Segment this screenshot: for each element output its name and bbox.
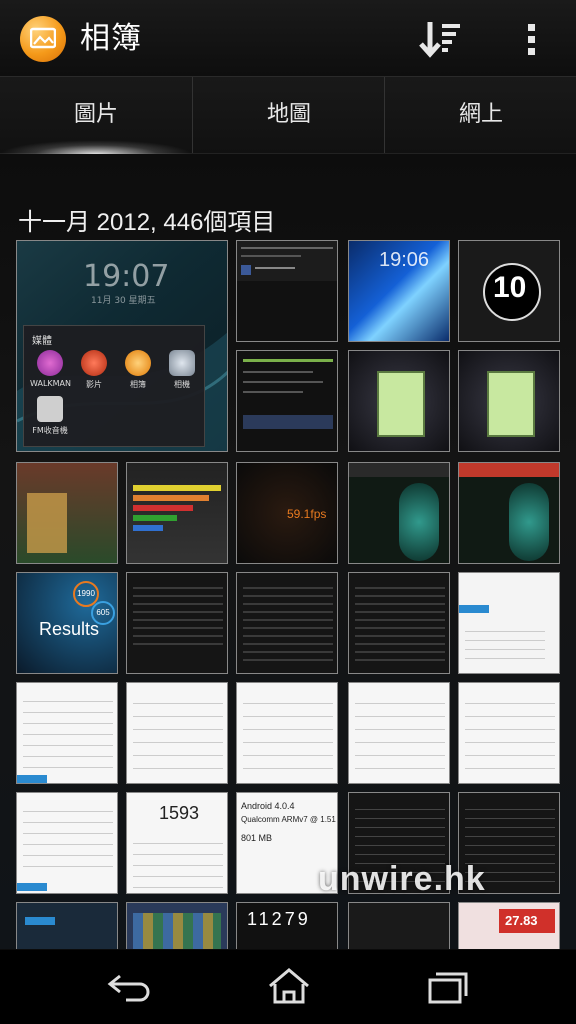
overflow-menu-icon[interactable] bbox=[520, 20, 542, 60]
navigation-bar bbox=[0, 950, 576, 1024]
thumbnail-app-2[interactable] bbox=[126, 902, 228, 949]
thumbnail-bar-chart[interactable] bbox=[126, 462, 228, 564]
video-icon bbox=[81, 350, 107, 376]
back-icon[interactable] bbox=[106, 966, 156, 1006]
album-app: 相簿 bbox=[118, 350, 158, 390]
lock-date: 11月 30 星期五 bbox=[91, 296, 156, 306]
tab-map[interactable]: 地圖 bbox=[192, 77, 385, 153]
app-title: 相簿 bbox=[80, 21, 142, 56]
thumbnail-white-list-2[interactable] bbox=[126, 682, 228, 784]
thumbnail-calculator-2[interactable] bbox=[458, 350, 560, 452]
thumbnail-game-1[interactable] bbox=[16, 462, 118, 564]
fps-label: 59.1fps bbox=[287, 507, 327, 521]
home-icon[interactable] bbox=[264, 966, 314, 1006]
video-label: 影片 bbox=[86, 380, 102, 389]
radio-icon bbox=[37, 396, 63, 422]
lock-time: 19:07 bbox=[83, 259, 170, 294]
camera-label: 相機 bbox=[174, 380, 190, 389]
thumbnail-score-table-2[interactable] bbox=[236, 572, 338, 674]
device-mem: 801 MB bbox=[241, 833, 273, 843]
device-android: Android 4.0.4 bbox=[241, 801, 295, 811]
score-11279: 11279 bbox=[247, 909, 311, 929]
thumbnail-results[interactable]: 1990 605 Results bbox=[16, 572, 118, 674]
thumbnail-score-11279[interactable]: 11279 bbox=[236, 902, 338, 949]
thumbnail-score-1593[interactable]: 1593 bbox=[126, 792, 228, 894]
walkman-label: WALKMAN bbox=[30, 379, 72, 388]
thumbnail-notification[interactable] bbox=[236, 240, 338, 342]
thumbnail-white-list-5[interactable] bbox=[458, 682, 560, 784]
action-bar: 相簿 bbox=[0, 0, 576, 77]
fm-radio-label: FM收音機 bbox=[32, 426, 68, 435]
section-header: 十一月 2012, 446個項目 bbox=[18, 209, 276, 236]
album-small-icon bbox=[125, 350, 151, 376]
sort-icon[interactable] bbox=[418, 18, 466, 62]
tab-online[interactable]: 網上 bbox=[384, 77, 576, 153]
thumbnail-benchmark-list[interactable] bbox=[236, 350, 338, 452]
thumbnail-white-list-4[interactable] bbox=[348, 682, 450, 784]
tab-bar: 圖片 地圖 網上 bbox=[0, 77, 576, 154]
walkman-app: WALKMAN bbox=[30, 350, 72, 388]
thumbnail-score-2783[interactable]: 27.83 bbox=[458, 902, 560, 949]
number-10: 10 bbox=[493, 271, 527, 304]
thumbnail-lockscreen[interactable]: 19:07 11月 30 星期五 媒體 WALKMAN 影片 相簿 相機 FM收… bbox=[16, 240, 228, 452]
thumbnail-clock-10[interactable]: 10 bbox=[458, 240, 560, 342]
fm-radio-app: FM收音機 bbox=[30, 396, 70, 436]
score-1593: 1593 bbox=[159, 803, 200, 823]
thumbnail-xperia-wallpaper[interactable]: 19:06 bbox=[348, 240, 450, 342]
thumbnail-calculator-1[interactable] bbox=[348, 350, 450, 452]
small-time: 19:06 bbox=[379, 249, 430, 271]
recent-apps-icon[interactable] bbox=[424, 966, 474, 1006]
thumbnail-html5-test-1[interactable] bbox=[348, 462, 450, 564]
thumbnail-score-table-1[interactable] bbox=[126, 572, 228, 674]
photo-grid-area[interactable]: 十一月 2012, 446個項目 19:07 11月 30 星期五 媒體 WAL… bbox=[0, 154, 576, 949]
media-popup: 媒體 WALKMAN 影片 相簿 相機 FM收音機 bbox=[23, 325, 205, 447]
album-label: 相簿 bbox=[130, 380, 146, 389]
thumbnail-score-table-3[interactable] bbox=[348, 572, 450, 674]
thumbnail-white-list-6[interactable] bbox=[16, 792, 118, 894]
thumbnail-app-4[interactable] bbox=[348, 902, 450, 949]
camera-app: 相機 bbox=[162, 350, 202, 390]
thumbnail-white-list-3[interactable] bbox=[236, 682, 338, 784]
walkman-icon bbox=[37, 350, 63, 376]
watermark: unwire.hk bbox=[318, 860, 486, 898]
score-2783: 27.83 bbox=[505, 913, 538, 928]
device-cpu: Qualcomm ARMv7 @ 1.51 GHz bbox=[241, 815, 337, 824]
results-label: Results bbox=[39, 619, 100, 639]
media-popup-title: 媒體 bbox=[32, 336, 52, 347]
camera-icon bbox=[169, 350, 195, 376]
tab-pictures[interactable]: 圖片 bbox=[0, 77, 192, 154]
thumbnail-html5-test-2[interactable] bbox=[458, 462, 560, 564]
album-icon[interactable] bbox=[20, 16, 66, 62]
video-app: 影片 bbox=[74, 350, 114, 390]
thumbnail-stream-test[interactable] bbox=[458, 572, 560, 674]
thumbnail-white-list-1[interactable] bbox=[16, 682, 118, 784]
thumbnail-fps-test[interactable]: 59.1fps bbox=[236, 462, 338, 564]
thumbnail-app-1[interactable] bbox=[16, 902, 118, 949]
